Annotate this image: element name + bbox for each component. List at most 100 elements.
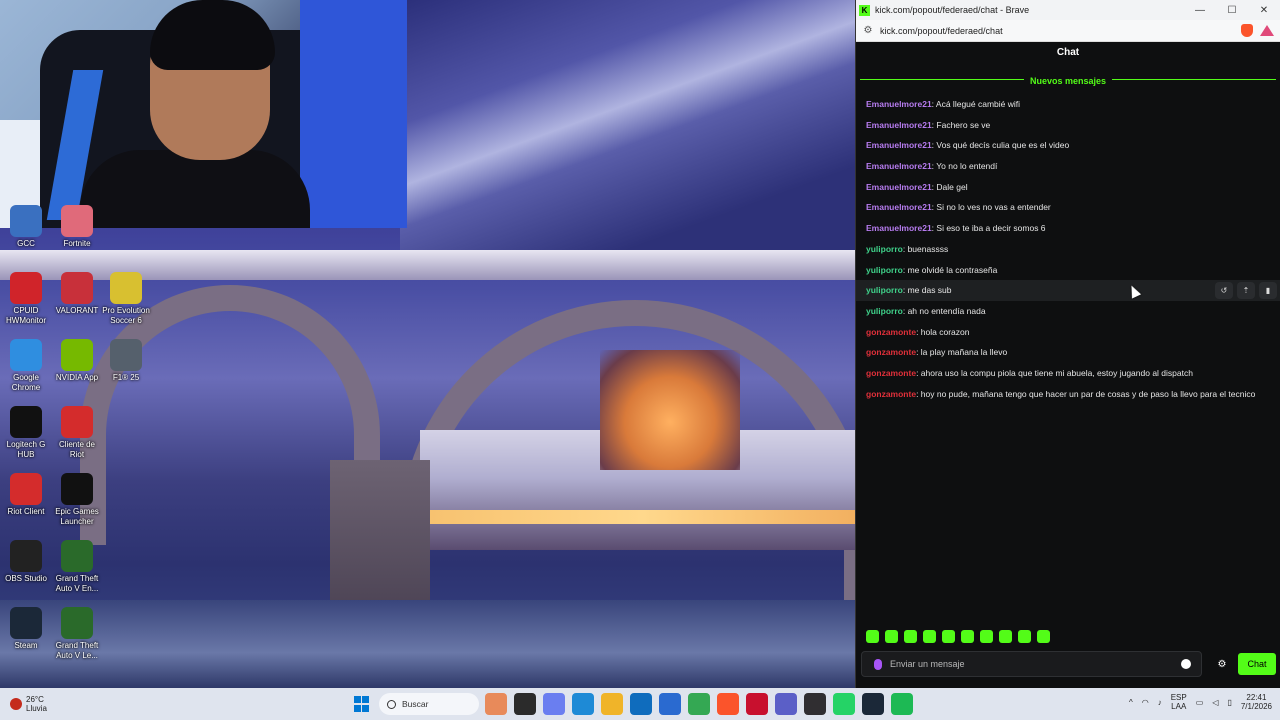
- desktop-shortcut[interactable]: OBS Studio: [0, 540, 52, 584]
- volume-icon[interactable]: ◁: [1212, 698, 1218, 707]
- maximize-button[interactable]: ☐: [1216, 5, 1248, 16]
- chat-message[interactable]: Emanuelmore21: Acá llegué cambié wifi: [856, 94, 1280, 115]
- desktop-shortcut[interactable]: Steam: [0, 607, 52, 651]
- emoji-picker-icon[interactable]: [1181, 659, 1191, 669]
- chat-username[interactable]: yuliporro: [866, 244, 903, 254]
- weather-temp: 26°C: [26, 695, 44, 704]
- emote-icon[interactable]: [1018, 630, 1031, 643]
- chat-message[interactable]: yuliporro: me olvidé la contraseña: [856, 260, 1280, 281]
- battery-icon[interactable]: ▯: [1227, 698, 1231, 707]
- chat-username[interactable]: yuliporro: [866, 265, 903, 275]
- chat-username[interactable]: gonzamonte: [866, 389, 916, 399]
- emote-icon[interactable]: [923, 630, 936, 643]
- chat-message[interactable]: Emanuelmore21: Vos qué decís culia que e…: [856, 135, 1280, 156]
- chat-username[interactable]: Emanuelmore21: [866, 182, 932, 192]
- minimize-button[interactable]: —: [1184, 5, 1216, 16]
- input-language[interactable]: ESP LAA: [1171, 693, 1187, 711]
- emote-icon[interactable]: [961, 630, 974, 643]
- chat-username[interactable]: gonzamonte: [866, 347, 916, 357]
- desktop-shortcut[interactable]: Epic Games Launcher: [51, 473, 103, 527]
- emote-icon[interactable]: [866, 630, 879, 643]
- desktop-shortcut[interactable]: Pro Evolution Soccer 6: [100, 272, 152, 326]
- spotify-icon[interactable]: [891, 693, 913, 715]
- teams-icon[interactable]: [775, 693, 797, 715]
- desktop-shortcut[interactable]: NVIDIA App: [51, 339, 103, 383]
- chat-message[interactable]: gonzamonte: la play mañana la llevo: [856, 342, 1280, 363]
- desktop-shortcut[interactable]: Google Chrome: [0, 339, 52, 393]
- reply-icon[interactable]: ↺: [1215, 282, 1233, 300]
- chat-username[interactable]: Emanuelmore21: [866, 140, 932, 150]
- send-chat-button[interactable]: Chat: [1238, 653, 1276, 675]
- chat-username[interactable]: Emanuelmore21: [866, 120, 932, 130]
- network-icon[interactable]: ◠: [1142, 698, 1149, 707]
- desktop-shortcut[interactable]: Grand Theft Auto V En...: [51, 540, 103, 594]
- calendar-icon[interactable]: [659, 693, 681, 715]
- flash-icon[interactable]: [746, 693, 768, 715]
- chat-username[interactable]: Emanuelmore21: [866, 161, 932, 171]
- emote-icon[interactable]: [980, 630, 993, 643]
- site-settings-icon[interactable]: ⚙: [856, 25, 880, 36]
- chat-username[interactable]: gonzamonte: [866, 327, 916, 337]
- chat-message[interactable]: yuliporro: ah no entendía nada: [856, 301, 1280, 322]
- chat-username[interactable]: gonzamonte: [866, 368, 916, 378]
- copilot-icon[interactable]: [543, 693, 565, 715]
- delete-icon[interactable]: ▮: [1259, 282, 1277, 300]
- taskbar-search[interactable]: Buscar: [379, 693, 479, 715]
- file-explorer-icon[interactable]: [514, 693, 536, 715]
- app-icon-1[interactable]: [485, 693, 507, 715]
- chat-message[interactable]: Emanuelmore21: Si no lo ves no vas a ent…: [856, 197, 1280, 218]
- steam-icon[interactable]: [862, 693, 884, 715]
- desktop-shortcut[interactable]: Cliente de Riot: [51, 406, 103, 460]
- mic-icon[interactable]: [874, 658, 882, 670]
- close-button[interactable]: ✕: [1248, 5, 1280, 16]
- brave-rewards-icon[interactable]: [1260, 25, 1274, 36]
- edge-icon[interactable]: [572, 693, 594, 715]
- chat-message[interactable]: yuliporro: buenassss: [856, 239, 1280, 260]
- whatsapp-icon[interactable]: [833, 693, 855, 715]
- mic-tray-icon[interactable]: ♪: [1158, 698, 1162, 707]
- chat-message[interactable]: gonzamonte: hola corazon: [856, 322, 1280, 343]
- chat-message[interactable]: Emanuelmore21: Yo no lo entendí: [856, 156, 1280, 177]
- clock[interactable]: 22:41 7/1/2026: [1241, 693, 1272, 711]
- desktop-shortcut-label: Pro Evolution Soccer 6: [102, 306, 150, 325]
- folder-icon[interactable]: [601, 693, 623, 715]
- windows-start-icon[interactable]: [351, 693, 373, 715]
- chat-message[interactable]: Emanuelmore21: Si eso te iba a decir som…: [856, 218, 1280, 239]
- desktop-shortcut[interactable]: CPUID HWMonitor: [0, 272, 52, 326]
- chat-message[interactable]: yuliporro: me das sub ↺ ⇡ ▮: [856, 280, 1280, 301]
- pin-icon[interactable]: ⇡: [1237, 282, 1255, 300]
- chat-username[interactable]: Emanuelmore21: [866, 99, 932, 109]
- weather-text: 26°C Lluvia: [26, 695, 47, 713]
- desktop-shortcut[interactable]: Riot Client: [0, 473, 52, 517]
- desktop-shortcut[interactable]: Logitech G HUB: [0, 406, 52, 460]
- desktop-shortcut[interactable]: F1® 25: [100, 339, 152, 383]
- chat-username[interactable]: yuliporro: [866, 285, 903, 295]
- emote-icon[interactable]: [942, 630, 955, 643]
- obs-icon[interactable]: [804, 693, 826, 715]
- brave-shields-icon[interactable]: [1241, 24, 1253, 37]
- chat-message[interactable]: Emanuelmore21: Dale gel: [856, 177, 1280, 198]
- emote-icon[interactable]: [999, 630, 1012, 643]
- outlook-icon[interactable]: [630, 693, 652, 715]
- desktop-shortcut[interactable]: Fortnite: [51, 205, 103, 249]
- url-text[interactable]: kick.com/popout/federaed/chat: [880, 26, 1241, 36]
- chat-message[interactable]: Emanuelmore21: Fachero se ve: [856, 115, 1280, 136]
- desktop-shortcut[interactable]: VALORANT: [51, 272, 103, 316]
- chat-username[interactable]: Emanuelmore21: [866, 223, 932, 233]
- chat-settings-gear-icon[interactable]: ⚙: [1212, 659, 1232, 670]
- chat-message[interactable]: gonzamonte: ahora uso la compu piola que…: [856, 363, 1280, 384]
- display-icon[interactable]: ▭: [1196, 698, 1204, 707]
- chat-message-input[interactable]: [890, 659, 1181, 669]
- chrome-icon[interactable]: [688, 693, 710, 715]
- brave-icon[interactable]: [717, 693, 739, 715]
- chat-username[interactable]: Emanuelmore21: [866, 202, 932, 212]
- desktop-shortcut[interactable]: GCC: [0, 205, 52, 249]
- chat-message[interactable]: gonzamonte: hoy no pude, mañana tengo qu…: [856, 384, 1280, 405]
- desktop-shortcut[interactable]: Grand Theft Auto V Le...: [51, 607, 103, 661]
- weather-widget[interactable]: 26°C Lluvia: [10, 695, 120, 713]
- chat-username[interactable]: yuliporro: [866, 306, 903, 316]
- emote-icon[interactable]: [885, 630, 898, 643]
- emote-icon[interactable]: [904, 630, 917, 643]
- tray-overflow-chevron-icon[interactable]: ^: [1129, 698, 1133, 707]
- emote-icon[interactable]: [1037, 630, 1050, 643]
